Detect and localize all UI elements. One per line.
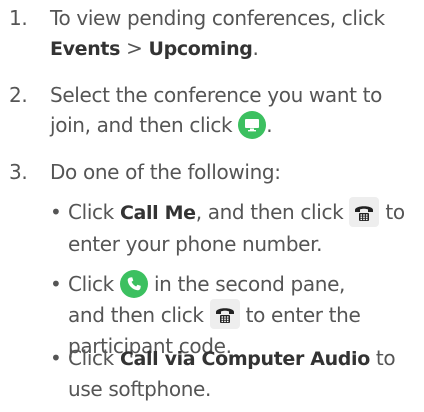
step-1-text-a: To view pending conferences, click (50, 6, 385, 30)
step-2-text-a: Select the conference you want to (50, 83, 383, 107)
bullet: • (50, 272, 62, 296)
step-3-text-a: Do one of the following: (50, 160, 281, 184)
option-3-line2: use softphone. (68, 377, 211, 401)
option-2-mid: in the second pane, (153, 272, 346, 296)
step-1-number: 1. (9, 6, 28, 30)
step-1-text: To view pending conferences, click Event… (50, 3, 420, 64)
menu-separator: > (126, 36, 143, 60)
step-3-number: 3. (9, 160, 28, 184)
events-menu-label: Events (50, 38, 121, 60)
option-1-suffix: to (385, 200, 405, 224)
dialpad-icon (349, 196, 380, 227)
step-1-period: . (252, 36, 259, 60)
option-3-text: Click Call via Computer Audio to use sof… (68, 343, 422, 404)
instructions-document: 1. To view pending conferences, click Ev… (0, 0, 424, 412)
step-2-text-b: join, and then click (50, 113, 233, 137)
option-3-suffix: to (375, 346, 396, 370)
step-2-period: . (266, 113, 273, 137)
step-2-text: Select the conference you want to join, … (50, 80, 420, 141)
option-1-text: Click Call Me, and then click to enter y… (68, 196, 422, 259)
phone-call-icon (119, 269, 148, 298)
upcoming-menu-label: Upcoming (148, 38, 253, 60)
option-1-prefix: Click (68, 200, 114, 224)
option-3-prefix: Click (68, 346, 114, 370)
option-2-line2-suffix: to enter the (245, 302, 361, 327)
bullet: • (50, 346, 62, 370)
step-2-number: 2. (9, 83, 28, 107)
option-2-prefix: Click (68, 272, 114, 296)
dialpad-icon (209, 299, 240, 329)
join-video-icon (238, 110, 267, 139)
call-me-label: Call Me (119, 202, 196, 224)
call-via-computer-audio-label: Call via Computer Audio (119, 348, 370, 370)
option-1-line2: enter your phone number. (68, 231, 323, 256)
option-2-line2-prefix: and then click (68, 302, 204, 327)
bullet: • (50, 200, 62, 224)
step-3-text: Do one of the following: (50, 157, 420, 187)
option-1-mid: , and then click (195, 200, 344, 224)
